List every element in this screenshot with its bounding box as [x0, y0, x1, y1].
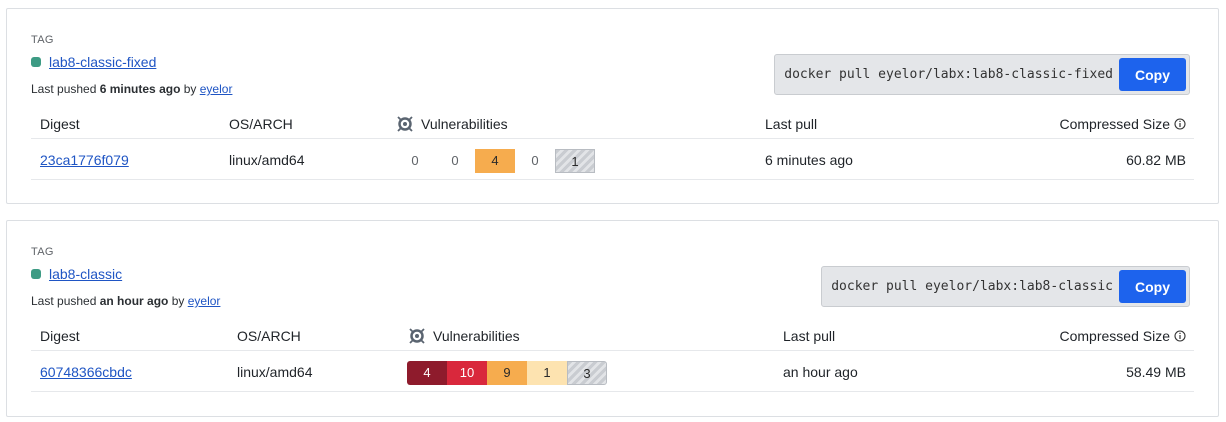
pushed-by: by	[180, 82, 200, 96]
pull-command[interactable]: docker pull eyelor/labx:lab8-classic-fix…	[775, 67, 1119, 82]
header-os-arch: OS/ARCH	[229, 116, 293, 132]
pull-command-box: docker pull eyelor/labx:lab8-classic-fix…	[774, 54, 1190, 95]
vuln-medium-count: 4	[475, 149, 515, 173]
tag-name-link[interactable]: lab8-classic	[49, 266, 122, 282]
header-compressed-size-label: Compressed Size	[1059, 328, 1171, 344]
os-arch-value: linux/amd64	[237, 364, 313, 380]
pushed-time: 6 minutes ago	[99, 82, 181, 96]
header-compressed-size-label: Compressed Size	[1059, 116, 1171, 132]
info-circle-icon[interactable]	[1174, 330, 1186, 342]
header-compressed-size: Compressed Size	[1060, 328, 1187, 344]
scan-shield-icon	[409, 328, 425, 344]
header-vulnerabilities-label: Vulnerabilities	[433, 328, 520, 344]
compressed-size-value: 58.49 MB	[1126, 364, 1186, 380]
tag-label: TAG	[31, 34, 54, 46]
vuln-critical-count: 4	[407, 361, 447, 385]
table-row: 60748366cbdc linux/amd64 4 10 9 1 3 an h…	[31, 352, 1194, 392]
header-vulnerabilities: Vulnerabilities	[397, 116, 508, 132]
info-circle-icon[interactable]	[1174, 118, 1186, 130]
table-header: Digest OS/ARCH Vulnerabilities Last pull…	[31, 319, 1194, 351]
pull-command[interactable]: docker pull eyelor/labx:lab8-classic	[822, 279, 1119, 294]
pull-command-box: docker pull eyelor/labx:lab8-classic Cop…	[821, 266, 1190, 307]
tag-label: TAG	[31, 246, 54, 258]
pushed-by: by	[168, 294, 188, 308]
tag-card: TAG lab8-classic Last pushed an hour ago…	[6, 220, 1219, 417]
vulnerability-bar[interactable]: 0 0 4 0 1	[395, 149, 595, 173]
header-digest: Digest	[40, 328, 80, 344]
compressed-size-value: 60.82 MB	[1126, 152, 1186, 168]
header-os-arch: OS/ARCH	[237, 328, 301, 344]
pushed-time: an hour ago	[99, 294, 169, 308]
tag-status-dot	[31, 57, 41, 67]
copy-button[interactable]: Copy	[1119, 270, 1186, 303]
pushed-user-link[interactable]: eyelor	[188, 294, 221, 308]
pushed-user-link[interactable]: eyelor	[200, 82, 233, 96]
header-last-pull: Last pull	[765, 116, 818, 132]
vuln-high-count: 0	[451, 153, 459, 168]
tag-title-row: lab8-classic	[31, 266, 122, 282]
header-vulnerabilities-label: Vulnerabilities	[421, 116, 508, 132]
vulnerability-bar[interactable]: 4 10 9 1 3	[407, 361, 607, 385]
vuln-unspecified-count: 1	[555, 149, 595, 173]
pushed-prefix: Last pushed	[31, 82, 100, 96]
header-digest: Digest	[40, 116, 80, 132]
header-compressed-size: Compressed Size	[1060, 116, 1187, 132]
vuln-unspecified-count: 3	[567, 361, 607, 385]
copy-button[interactable]: Copy	[1119, 58, 1186, 91]
pushed-prefix: Last pushed	[31, 294, 100, 308]
tag-title-row: lab8-classic-fixed	[31, 54, 156, 70]
vuln-medium-count: 9	[487, 361, 527, 385]
vuln-critical-count: 0	[411, 153, 419, 168]
header-last-pull: Last pull	[783, 328, 836, 344]
tag-name-link[interactable]: lab8-classic-fixed	[49, 54, 156, 70]
last-pushed-info: Last pushed 6 minutes ago by eyelor	[31, 82, 232, 96]
last-pull-value: an hour ago	[783, 364, 858, 380]
header-vulnerabilities: Vulnerabilities	[409, 328, 520, 344]
digest-link[interactable]: 60748366cbdc	[40, 364, 132, 380]
table-row: 23ca1776f079 linux/amd64 0 0 4 0 1 6 min…	[31, 140, 1194, 180]
os-arch-value: linux/amd64	[229, 152, 305, 168]
scan-shield-icon	[397, 116, 413, 132]
last-pushed-info: Last pushed an hour ago by eyelor	[31, 294, 220, 308]
digest-link[interactable]: 23ca1776f079	[40, 152, 129, 168]
vuln-high-count: 10	[447, 361, 487, 385]
last-pull-value: 6 minutes ago	[765, 152, 853, 168]
tag-card: TAG lab8-classic-fixed Last pushed 6 min…	[6, 8, 1219, 204]
vuln-low-count: 1	[527, 361, 567, 385]
tag-status-dot	[31, 269, 41, 279]
table-header: Digest OS/ARCH Vulnerabilities Last pull…	[31, 107, 1194, 139]
vuln-low-count: 0	[531, 153, 539, 168]
